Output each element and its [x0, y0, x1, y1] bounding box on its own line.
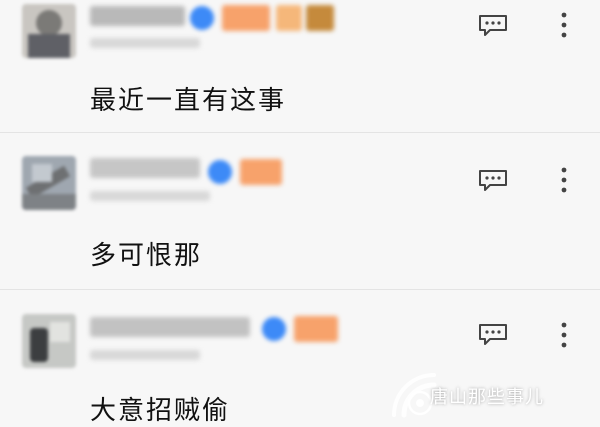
- reply-icon[interactable]: [478, 169, 508, 191]
- author-name[interactable]: [90, 6, 185, 26]
- comment-meta: [90, 191, 210, 201]
- author-name[interactable]: [90, 317, 250, 337]
- level-tag: [240, 159, 282, 185]
- verified-badge-icon: [262, 317, 286, 341]
- comment-meta: [90, 38, 200, 48]
- comment-meta: [90, 350, 200, 360]
- verified-badge-icon: [208, 160, 232, 184]
- comment-item: 最近一直有这事: [0, 0, 600, 132]
- author-name[interactable]: [90, 158, 200, 178]
- fan-tag: [276, 5, 302, 31]
- comment-item: 多可恨那: [0, 133, 600, 289]
- comment-text: 大意招贼偷: [90, 396, 231, 426]
- comment-text: 最近一直有这事: [90, 86, 287, 116]
- verified-badge-icon: [190, 6, 214, 30]
- avatar[interactable]: [22, 314, 76, 368]
- watermark-text: 唐山那些事儿: [430, 387, 544, 408]
- avatar[interactable]: [22, 4, 76, 58]
- reply-icon[interactable]: [478, 323, 508, 345]
- level-tag: [294, 316, 338, 342]
- more-options-icon[interactable]: [558, 165, 570, 195]
- medal-icon: [306, 5, 334, 31]
- more-options-icon[interactable]: [558, 10, 570, 40]
- reply-icon[interactable]: [478, 14, 508, 36]
- avatar[interactable]: [22, 156, 76, 210]
- comment-text: 多可恨那: [90, 241, 203, 271]
- level-tag: [222, 5, 270, 31]
